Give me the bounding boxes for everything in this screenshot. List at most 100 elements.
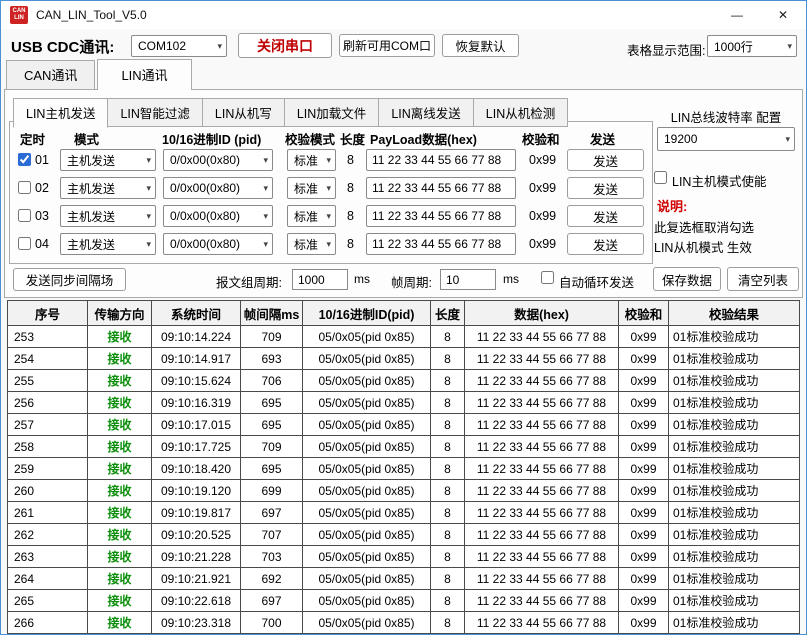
check-mode-select[interactable]: 标准 ▾	[287, 233, 336, 255]
auto-loop-checkbox[interactable]	[541, 271, 554, 284]
log-row[interactable]: 255 接收 09:10:15.624 706 05/0x05(pid 0x85…	[8, 370, 800, 392]
payload-input[interactable]	[366, 149, 516, 171]
log-header-cell: 校验结果	[669, 301, 800, 326]
mode-select[interactable]: 主机发送 ▾	[60, 233, 156, 255]
send-button[interactable]: 发送	[567, 233, 644, 255]
id-select[interactable]: 0/0x00(0x80) ▾	[163, 177, 273, 199]
log-cell-result: 01标准校验成功	[669, 436, 800, 458]
log-area: 序号传输方向系统时间帧间隔ms10/16进制ID(pid)长度数据(hex)校验…	[1, 298, 806, 634]
log-cell-direction: 接收	[88, 326, 152, 348]
log-header-cell: 序号	[8, 301, 88, 326]
frame-period-unit: ms	[503, 272, 519, 286]
minimize-button[interactable]: —	[714, 1, 760, 29]
close-button[interactable]: ✕	[760, 1, 806, 29]
refresh-com-button[interactable]: 刷新可用COM口	[339, 34, 435, 57]
check-mode-select[interactable]: 标准 ▾	[287, 205, 336, 227]
save-data-button[interactable]: 保存数据	[653, 267, 721, 291]
log-row[interactable]: 259 接收 09:10:18.420 695 05/0x05(pid 0x85…	[8, 458, 800, 480]
log-cell-id: 05/0x05(pid 0x85)	[303, 370, 431, 392]
tab-lin-slave-detect[interactable]: LIN从机检测	[473, 98, 568, 127]
log-table: 序号传输方向系统时间帧间隔ms10/16进制ID(pid)长度数据(hex)校验…	[7, 300, 800, 634]
note-line2: LIN从机模式 生效	[654, 237, 752, 256]
log-cell-time: 09:10:19.120	[152, 480, 241, 502]
log-cell-id: 05/0x05(pid 0x85)	[303, 612, 431, 634]
group-period-input[interactable]	[292, 269, 348, 290]
row-enable-checkbox[interactable]	[18, 209, 31, 222]
log-cell-result: 01标准校验成功	[669, 480, 800, 502]
tab-lin-master-send[interactable]: LIN主机发送	[13, 98, 108, 128]
log-row[interactable]: 256 接收 09:10:16.319 695 05/0x05(pid 0x85…	[8, 392, 800, 414]
row-enable-checkbox[interactable]	[18, 237, 31, 250]
check-mode-select[interactable]: 标准 ▾	[287, 177, 336, 199]
clear-list-button[interactable]: 清空列表	[727, 267, 799, 291]
header-check-mode: 校验模式	[285, 129, 335, 148]
send-config-row: 01 主机发送 ▾ 0/0x00(0x80) ▾ 标准 ▾ 8 0x99 发送	[10, 149, 652, 171]
log-row[interactable]: 257 接收 09:10:17.015 695 05/0x05(pid 0x85…	[8, 414, 800, 436]
log-cell-checksum: 0x99	[619, 348, 669, 370]
com-port-select[interactable]: COM102 ▾	[131, 35, 227, 57]
check-mode-select[interactable]: 标准 ▾	[287, 149, 336, 171]
log-cell-index: 263	[8, 546, 88, 568]
log-cell-length: 8	[431, 414, 465, 436]
log-cell-index: 260	[8, 480, 88, 502]
baud-rate-select[interactable]: 19200 ▾	[657, 127, 795, 151]
tab-can[interactable]: CAN通讯	[6, 60, 95, 89]
log-row[interactable]: 266 接收 09:10:23.318 700 05/0x05(pid 0x85…	[8, 612, 800, 634]
id-select[interactable]: 0/0x00(0x80) ▾	[163, 233, 273, 255]
log-row[interactable]: 263 接收 09:10:21.228 703 05/0x05(pid 0x85…	[8, 546, 800, 568]
app-logo-line2: LIN	[14, 15, 24, 22]
log-cell-index: 264	[8, 568, 88, 590]
payload-input[interactable]	[366, 233, 516, 255]
mode-select[interactable]: 主机发送 ▾	[60, 205, 156, 227]
log-cell-length: 8	[431, 326, 465, 348]
log-row[interactable]: 262 接收 09:10:20.525 707 05/0x05(pid 0x85…	[8, 524, 800, 546]
log-row[interactable]: 260 接收 09:10:19.120 699 05/0x05(pid 0x85…	[8, 480, 800, 502]
frame-period-input[interactable]	[440, 269, 496, 290]
log-cell-index: 253	[8, 326, 88, 348]
log-cell-length: 8	[431, 524, 465, 546]
log-table-body: 253 接收 09:10:14.224 709 05/0x05(pid 0x85…	[8, 326, 800, 634]
row-enable-checkbox[interactable]	[18, 181, 31, 194]
log-cell-result: 01标准校验成功	[669, 524, 800, 546]
chevron-down-icon: ▾	[263, 239, 268, 250]
log-row[interactable]: 265 接收 09:10:22.618 697 05/0x05(pid 0x85…	[8, 590, 800, 612]
main-tab-bar: CAN通讯 LIN通讯	[1, 63, 806, 89]
log-row[interactable]: 253 接收 09:10:14.224 709 05/0x05(pid 0x85…	[8, 326, 800, 348]
master-mode-enable-checkbox[interactable]	[654, 171, 667, 184]
tab-lin-load-file[interactable]: LIN加载文件	[284, 98, 379, 127]
payload-input[interactable]	[366, 205, 516, 227]
payload-input[interactable]	[366, 177, 516, 199]
log-cell-index: 256	[8, 392, 88, 414]
send-config-row: 03 主机发送 ▾ 0/0x00(0x80) ▾ 标准 ▾ 8 0x99 发送	[10, 205, 652, 227]
restore-default-button[interactable]: 恢复默认	[442, 34, 519, 57]
tab-lin-offline-send[interactable]: LIN离线发送	[378, 98, 473, 127]
log-row[interactable]: 261 接收 09:10:19.817 697 05/0x05(pid 0x85…	[8, 502, 800, 524]
usb-cdc-label: USB CDC通讯:	[11, 36, 114, 57]
close-serial-button[interactable]: 关闭串口	[238, 33, 332, 58]
log-cell-direction: 接收	[88, 590, 152, 612]
log-cell-direction: 接收	[88, 392, 152, 414]
log-cell-result: 01标准校验成功	[669, 568, 800, 590]
table-range-select[interactable]: 1000行 ▾	[707, 35, 797, 57]
send-button[interactable]: 发送	[567, 177, 644, 199]
log-cell-data: 11 22 33 44 55 66 77 88	[465, 326, 619, 348]
id-select[interactable]: 0/0x00(0x80) ▾	[163, 149, 273, 171]
row-enable-checkbox[interactable]	[18, 153, 31, 166]
log-row[interactable]: 264 接收 09:10:21.921 692 05/0x05(pid 0x85…	[8, 568, 800, 590]
tab-lin[interactable]: LIN通讯	[97, 59, 191, 90]
log-row[interactable]: 254 接收 09:10:14.917 693 05/0x05(pid 0x85…	[8, 348, 800, 370]
id-select[interactable]: 0/0x00(0x80) ▾	[163, 205, 273, 227]
baud-rate-label: LIN总线波特率 配置	[655, 107, 797, 126]
send-button[interactable]: 发送	[567, 149, 644, 171]
tab-lin-smart-filter[interactable]: LIN智能过滤	[107, 98, 202, 127]
mode-select[interactable]: 主机发送 ▾	[60, 149, 156, 171]
send-button[interactable]: 发送	[567, 205, 644, 227]
log-cell-data: 11 22 33 44 55 66 77 88	[465, 392, 619, 414]
tab-lin-slave-write[interactable]: LIN从机写	[202, 98, 285, 127]
log-row[interactable]: 258 接收 09:10:17.725 709 05/0x05(pid 0x85…	[8, 436, 800, 458]
chevron-down-icon: ▾	[146, 155, 151, 166]
log-cell-result: 01标准校验成功	[669, 392, 800, 414]
send-config-row: 02 主机发送 ▾ 0/0x00(0x80) ▾ 标准 ▾ 8 0x99 发送	[10, 177, 652, 199]
send-sync-gap-button[interactable]: 发送同步间隔场	[13, 268, 126, 291]
mode-select[interactable]: 主机发送 ▾	[60, 177, 156, 199]
